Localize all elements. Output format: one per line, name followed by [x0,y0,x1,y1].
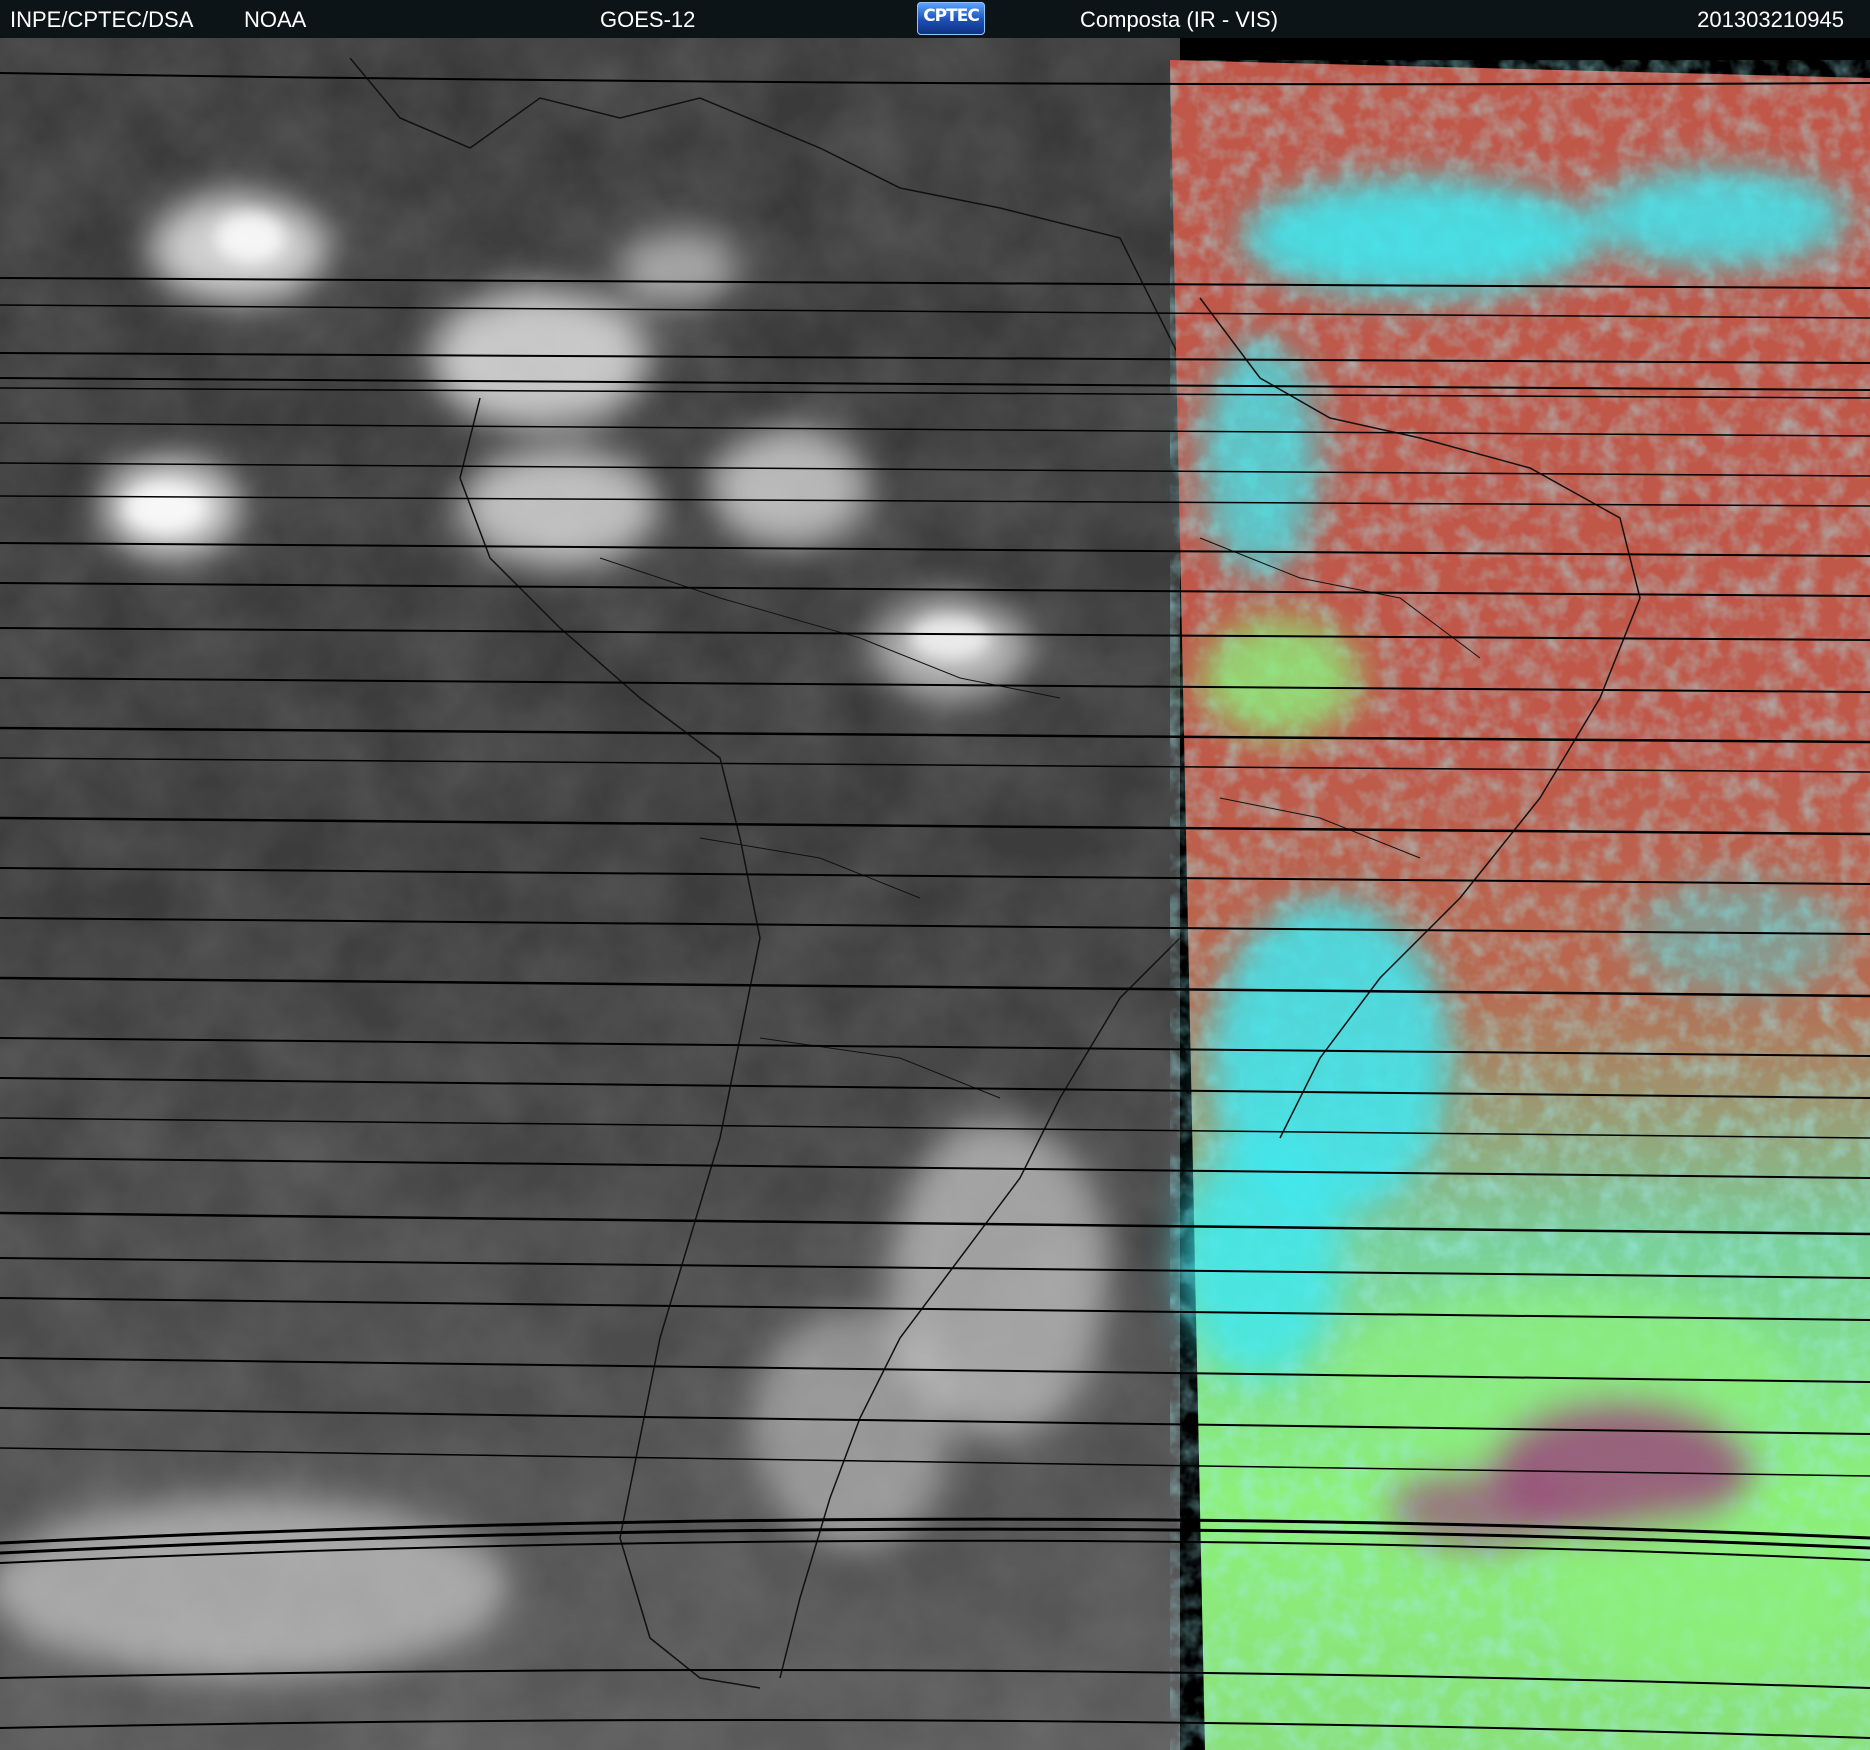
product-label: Composta (IR - VIS) [1080,7,1279,32]
timestamp-label: 201303210945 [1697,7,1844,32]
organization-label: INPE/CPTEC/DSA [10,7,194,32]
agency-label: NOAA [244,7,307,32]
satellite-imagery [0,38,1870,1750]
logo-text: CPTEC [923,6,980,26]
image-header: INPE/CPTEC/DSA NOAA GOES-12 CPTEC Compos… [0,0,1870,38]
satellite-label: GOES-12 [600,7,696,32]
satellite-composite-image [0,38,1870,1750]
cptec-logo-icon: CPTEC [917,2,985,35]
ir-panel [0,38,1181,1750]
